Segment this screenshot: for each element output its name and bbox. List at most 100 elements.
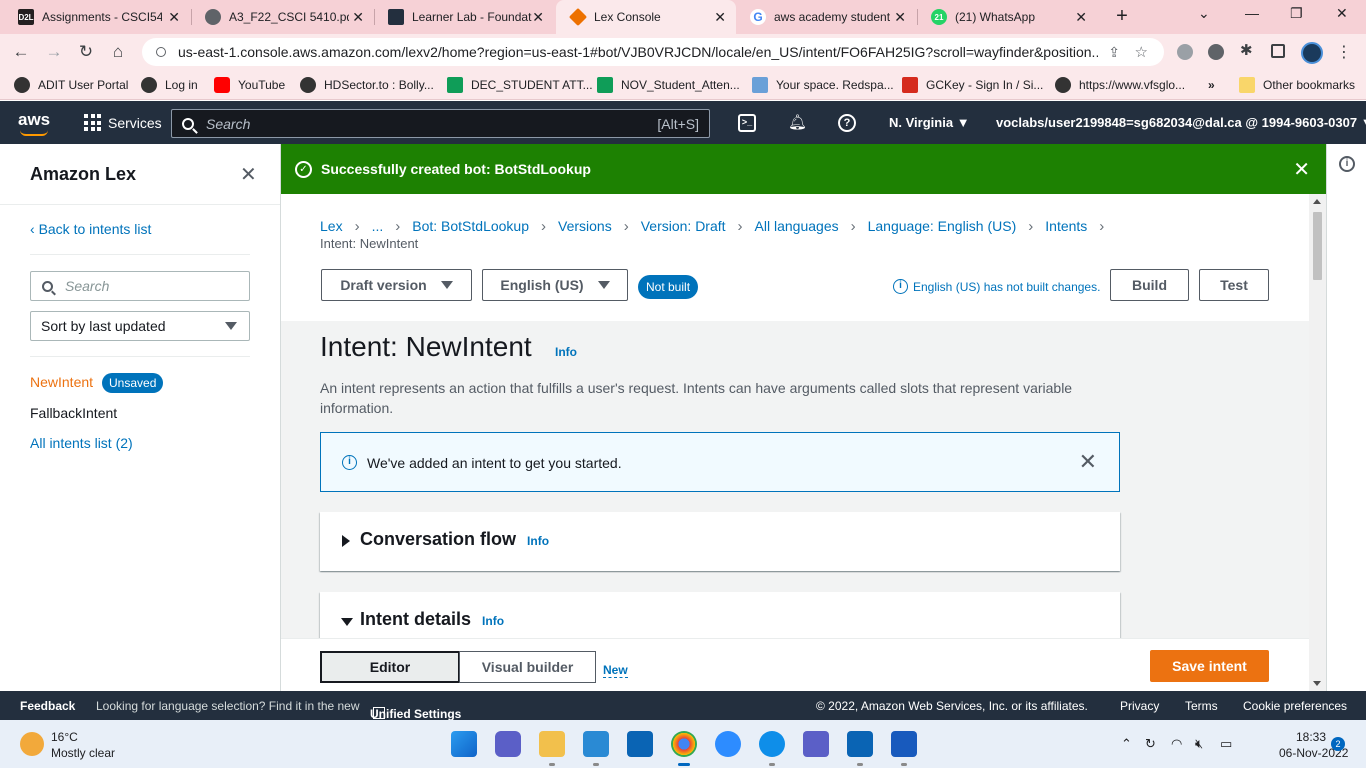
extension-icon[interactable]: [1208, 44, 1224, 60]
close-icon[interactable]: ✕: [532, 9, 544, 26]
tab-search-chevron-icon[interactable]: ⌄: [1198, 5, 1210, 22]
tab-lex-console[interactable]: Lex Console ✕: [556, 0, 736, 34]
restore-icon[interactable]: ❐: [1290, 5, 1303, 22]
speaker-muted-icon[interactable]: 🔇︎: [1195, 736, 1203, 752]
side-panel-icon[interactable]: [1271, 44, 1285, 58]
tab-learner-lab[interactable]: Learner Lab - Foundat ✕: [374, 0, 554, 34]
notifications-bell-icon[interactable]: 🔔︎: [788, 114, 807, 132]
breadcrumb-language[interactable]: Language: English (US): [868, 218, 1017, 234]
forward-arrow-icon[interactable]: →: [42, 40, 66, 64]
save-intent-button[interactable]: Save intent: [1150, 650, 1269, 682]
editor-toggle[interactable]: Editor: [320, 651, 460, 683]
weather-moon-icon[interactable]: [20, 732, 44, 756]
test-button[interactable]: Test: [1199, 269, 1269, 301]
bookmark-dec-attendance[interactable]: DEC_STUDENT ATT...: [447, 76, 593, 94]
close-icon[interactable]: ✕: [240, 162, 257, 187]
cloudshell-icon[interactable]: >_: [738, 114, 756, 132]
tab-whatsapp[interactable]: 21 (21) WhatsApp ✕: [917, 0, 1097, 34]
home-icon[interactable]: ⌂: [106, 40, 130, 64]
info-link[interactable]: Info: [482, 614, 504, 628]
minimize-icon[interactable]: —: [1245, 5, 1259, 21]
windows-start-icon[interactable]: [451, 731, 477, 757]
privacy-link[interactable]: Privacy: [1120, 699, 1159, 713]
outlook-profile-icon[interactable]: [847, 731, 873, 766]
bookmark-redspace[interactable]: Your space. Redspa...: [752, 76, 894, 94]
version-select[interactable]: Draft version: [321, 269, 472, 301]
aws-logo[interactable]: aws: [18, 110, 50, 136]
breadcrumb-ellipsis[interactable]: ...: [372, 218, 384, 234]
new-tab-plus-icon[interactable]: +: [1110, 5, 1134, 28]
bookmark-nov-attendance[interactable]: NOV_Student_Atten...: [597, 76, 740, 94]
bookmark-vfs[interactable]: https://www.vfsglo...: [1055, 76, 1185, 94]
breadcrumb-all-languages[interactable]: All languages: [755, 218, 839, 234]
breadcrumb-lex[interactable]: Lex: [320, 218, 343, 234]
zoom-icon[interactable]: [715, 731, 741, 757]
window-close-icon[interactable]: ✕: [1336, 5, 1348, 22]
conversation-flow-panel[interactable]: Conversation flow Info: [320, 512, 1120, 571]
bookmark-login[interactable]: Log in: [141, 76, 198, 94]
account-menu[interactable]: voclabs/user2199848=sg682034@dal.ca @ 19…: [996, 115, 1366, 130]
info-link[interactable]: Info: [555, 345, 577, 359]
weather-description[interactable]: Mostly clear: [51, 746, 115, 760]
browser-menu-icon[interactable]: ⋮: [1336, 42, 1352, 62]
vscode-icon[interactable]: [583, 731, 609, 766]
breadcrumb-version-draft[interactable]: Version: Draft: [641, 218, 726, 234]
intent-item-newintent[interactable]: NewIntent: [30, 374, 93, 390]
scrollbar[interactable]: [1309, 194, 1326, 691]
services-menu[interactable]: Services: [108, 115, 162, 131]
site-info-icon[interactable]: [156, 47, 166, 57]
language-select[interactable]: English (US): [482, 269, 628, 301]
back-to-intents-link[interactable]: ‹ Back to intents list: [30, 221, 151, 237]
intent-search-input[interactable]: Search: [30, 271, 250, 301]
scroll-up-icon[interactable]: [1313, 199, 1321, 204]
bookmark-star-icon[interactable]: ☆: [1135, 43, 1148, 61]
info-link[interactable]: Info: [527, 534, 549, 548]
weather-temperature[interactable]: 16°C: [51, 730, 78, 744]
scrollbar-thumb[interactable]: [1313, 212, 1322, 280]
region-selector[interactable]: N. Virginia ▼: [889, 115, 970, 130]
help-icon[interactable]: ?: [838, 114, 856, 132]
bookmark-adit[interactable]: ADIT User Portal: [14, 76, 128, 94]
breadcrumb-versions[interactable]: Versions: [558, 218, 612, 234]
visual-builder-toggle[interactable]: Visual builder: [459, 651, 596, 683]
bookmark-gckey[interactable]: GCKey - Sign In / Si...: [902, 76, 1043, 94]
bookmark-youtube[interactable]: YouTube: [214, 76, 285, 94]
all-intents-link[interactable]: All intents list (2): [30, 435, 133, 451]
cookie-preferences-link[interactable]: Cookie preferences: [1243, 699, 1347, 713]
close-icon[interactable]: ✕: [168, 9, 180, 26]
close-icon[interactable]: ✕: [714, 9, 726, 26]
scroll-down-icon[interactable]: [1313, 681, 1321, 686]
extensions-puzzle-icon[interactable]: ✱: [1240, 41, 1256, 59]
reload-icon[interactable]: ↻: [74, 40, 98, 64]
chevron-up-icon[interactable]: ⌃: [1121, 736, 1132, 752]
info-icon[interactable]: i: [1339, 156, 1355, 172]
services-grid-icon[interactable]: [84, 114, 101, 131]
close-icon[interactable]: ✕: [1293, 157, 1310, 182]
notification-count-badge[interactable]: 2: [1331, 737, 1345, 751]
wifi-icon[interactable]: ◠: [1171, 736, 1182, 752]
intent-item-fallbackintent[interactable]: FallbackIntent: [30, 405, 117, 421]
clock-time[interactable]: 18:33: [1296, 730, 1326, 744]
teamviewer-icon[interactable]: [759, 731, 785, 766]
feedback-link[interactable]: Feedback: [20, 699, 75, 713]
intent-editor-scroll[interactable]: Intent: NewIntent Info An intent represe…: [281, 321, 1309, 691]
breadcrumb-intents[interactable]: Intents: [1045, 218, 1087, 234]
battery-icon[interactable]: ▭: [1220, 736, 1232, 752]
word-icon[interactable]: [891, 731, 917, 766]
build-button[interactable]: Build: [1110, 269, 1189, 301]
onedrive-sync-icon[interactable]: ↻: [1145, 736, 1156, 752]
close-icon[interactable]: ✕: [894, 9, 906, 26]
teams-icon[interactable]: [803, 731, 829, 757]
share-icon[interactable]: ⇪: [1108, 44, 1120, 61]
close-icon[interactable]: ✕: [1075, 9, 1087, 26]
extension-shield-icon[interactable]: [1177, 44, 1193, 60]
teams-chat-icon[interactable]: [495, 731, 521, 757]
tab-assignments[interactable]: D2L Assignments - CSCI54 ✕: [4, 0, 190, 34]
chrome-icon[interactable]: [671, 731, 697, 766]
outlook-icon[interactable]: [627, 731, 653, 757]
sort-select[interactable]: Sort by last updated: [30, 311, 250, 341]
breadcrumb-bot[interactable]: Bot: BotStdLookup: [412, 218, 529, 234]
file-explorer-icon[interactable]: [539, 731, 565, 766]
close-icon[interactable]: ✕: [1079, 449, 1097, 475]
bookmark-hdsector[interactable]: HDSector.to : Bolly...: [300, 76, 434, 94]
